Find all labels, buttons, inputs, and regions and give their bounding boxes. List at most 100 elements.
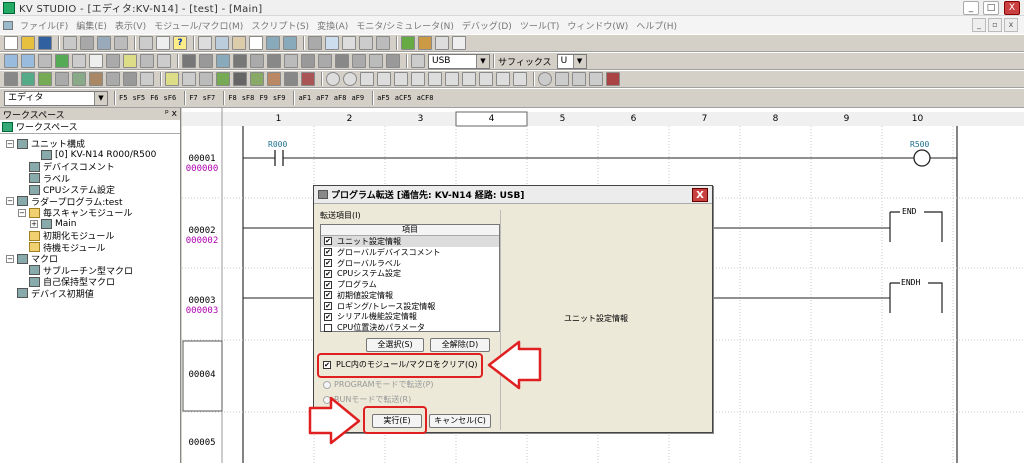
table-icon[interactable] xyxy=(157,54,171,68)
mdi-close-icon[interactable]: x xyxy=(1004,18,1018,32)
tool-4-icon[interactable] xyxy=(55,72,69,86)
play-icon[interactable] xyxy=(360,72,374,86)
transfer-item-checkbox[interactable]: ✔ xyxy=(324,248,332,257)
register-icon[interactable] xyxy=(284,72,298,86)
menu-edit[interactable]: 編集(E) xyxy=(72,19,111,32)
tool-j-icon[interactable] xyxy=(335,54,349,68)
print-preview-icon[interactable] xyxy=(63,36,77,50)
tool-k-icon[interactable] xyxy=(352,54,366,68)
outline-icon[interactable] xyxy=(199,72,213,86)
step-icon[interactable] xyxy=(411,72,425,86)
tool-i-icon[interactable] xyxy=(318,54,332,68)
tree-item[interactable]: [0] KV-N14 R000/R500 xyxy=(0,150,180,161)
mdi-restore-icon[interactable]: ▫ xyxy=(988,18,1002,32)
device-list-icon[interactable] xyxy=(376,36,390,50)
watch-icon[interactable] xyxy=(555,72,569,86)
paste-icon[interactable] xyxy=(232,36,246,50)
transfer-item-row[interactable]: ✔ 初期値設定情報 xyxy=(321,290,499,301)
tree-item[interactable]: 初期化モジュール xyxy=(0,230,180,242)
transfer-item-row[interactable]: ✔ CPUシステム設定 xyxy=(321,268,499,279)
rung-number[interactable]: 00004 xyxy=(182,370,222,380)
tool-2-icon[interactable] xyxy=(21,72,35,86)
menu-view[interactable]: 表示(V) xyxy=(111,19,150,32)
tool-1-icon[interactable] xyxy=(4,72,18,86)
transfer-item-row[interactable]: ✔ シリアル機能設定情報 xyxy=(321,312,499,323)
tree-item[interactable]: − ユニット構成 xyxy=(0,138,180,150)
tool-h-icon[interactable] xyxy=(301,54,315,68)
transfer-item-checkbox[interactable]: ✔ xyxy=(324,302,332,311)
tool-e-icon[interactable] xyxy=(250,54,264,68)
help-icon[interactable]: ? xyxy=(173,36,187,50)
mdi-minimize-icon[interactable]: _ xyxy=(972,18,986,32)
program-mode-radio[interactable] xyxy=(323,380,331,389)
chevron-down-icon[interactable]: ▼ xyxy=(94,91,107,105)
menu-monitor[interactable]: モニタ/シミュレータ(N) xyxy=(352,19,458,32)
transfer-item-checkbox[interactable]: ✔ xyxy=(324,312,332,321)
list-icon[interactable] xyxy=(182,72,196,86)
tree-item[interactable]: CPUシステム設定 xyxy=(0,184,180,196)
transfer-item-row[interactable]: ✔ グローバルラベル xyxy=(321,258,499,269)
chevron-down-icon[interactable]: ▼ xyxy=(476,54,489,68)
run-to-icon[interactable] xyxy=(513,72,527,86)
fkey-sf9[interactable]: sF9 xyxy=(273,94,286,102)
menu-convert[interactable]: 変換(A) xyxy=(313,19,352,32)
tool-l-icon[interactable] xyxy=(369,54,383,68)
fkey-sf5[interactable]: sF5 xyxy=(132,94,145,102)
step-into-icon[interactable] xyxy=(479,72,493,86)
copy-icon[interactable] xyxy=(215,36,229,50)
online-icon[interactable] xyxy=(233,72,247,86)
label-icon[interactable] xyxy=(106,54,120,68)
convert-icon[interactable] xyxy=(401,36,415,50)
record-icon[interactable] xyxy=(326,72,340,86)
transfer-item-checkbox[interactable]: ✔ xyxy=(324,291,332,300)
tool-f-icon[interactable] xyxy=(267,54,281,68)
program-mode-option[interactable]: PROGRAMモードで転送(P) xyxy=(323,379,434,390)
tool-m-icon[interactable] xyxy=(386,54,400,68)
transfer-item-row[interactable]: ✔ ユニット設定情報 xyxy=(321,236,499,247)
rung-number[interactable]: 00002 000002 xyxy=(182,226,222,246)
fkey-acf8[interactable]: aCF8 xyxy=(417,94,434,102)
maximize-button[interactable]: □ xyxy=(983,1,999,15)
tree-item[interactable]: デバイス初期値 xyxy=(0,288,180,300)
fkey-sf6[interactable]: sF6 xyxy=(164,94,177,102)
tool-8-icon[interactable] xyxy=(123,72,137,86)
run-mode-radio[interactable] xyxy=(323,395,331,404)
select-all-button[interactable]: 全選択(S) xyxy=(366,338,424,352)
pause-icon[interactable] xyxy=(377,72,391,86)
verify-icon[interactable] xyxy=(452,36,466,50)
fkey-f7[interactable]: F7 xyxy=(189,94,197,102)
list-view-icon[interactable] xyxy=(72,54,86,68)
force-icon[interactable] xyxy=(301,72,315,86)
menu-file[interactable]: ファイル(F) xyxy=(16,19,72,32)
fkey-acf5[interactable]: aCF5 xyxy=(395,94,412,102)
pen-icon[interactable] xyxy=(165,72,179,86)
transfer-item-row[interactable]: ✔ プログラム xyxy=(321,279,499,290)
lock-icon[interactable] xyxy=(572,72,586,86)
suffix-select[interactable]: U ▼ xyxy=(556,53,587,69)
fkey-f8[interactable]: F8 xyxy=(228,94,236,102)
tool-b-icon[interactable] xyxy=(199,54,213,68)
menu-window[interactable]: ウィンドウ(W) xyxy=(563,19,632,32)
view-icon[interactable] xyxy=(38,54,52,68)
menu-module[interactable]: モジュール/マクロ(M) xyxy=(150,19,247,32)
module-icon[interactable] xyxy=(97,36,111,50)
print-icon[interactable] xyxy=(139,36,153,50)
tree-item[interactable]: − マクロ xyxy=(0,253,180,265)
rung-number[interactable]: 00005 xyxy=(182,438,222,448)
cancel-button[interactable]: キャンセル(C) xyxy=(429,414,491,428)
redo-icon[interactable] xyxy=(283,36,297,50)
zoom-out-icon[interactable] xyxy=(21,54,35,68)
tree-item[interactable]: + Main xyxy=(0,219,180,230)
transfer-item-row[interactable]: ✔ ロギング/トレース設定情報 xyxy=(321,301,499,312)
delete-icon[interactable] xyxy=(249,36,263,50)
cross-ref-icon[interactable] xyxy=(359,36,373,50)
tool-n-icon[interactable] xyxy=(411,54,425,68)
tool-5-icon[interactable] xyxy=(72,72,86,86)
collapse-icon[interactable]: − xyxy=(6,139,14,148)
mode-select[interactable]: エディタ ▼ xyxy=(4,90,108,106)
tool-3-icon[interactable] xyxy=(38,72,52,86)
tree-item[interactable]: デバイスコメント xyxy=(0,161,180,173)
tool-a-icon[interactable] xyxy=(182,54,196,68)
fkey-af5[interactable]: aF5 xyxy=(377,94,390,102)
collapse-icon[interactable]: − xyxy=(6,197,14,205)
